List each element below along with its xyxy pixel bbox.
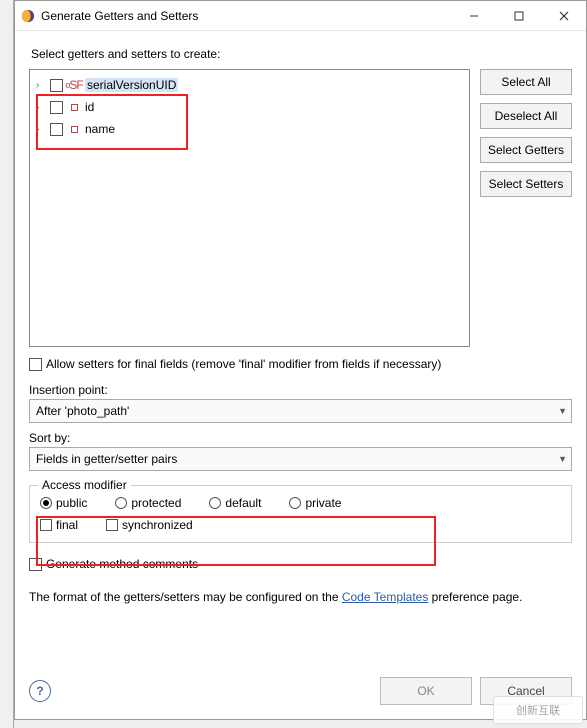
format-note: The format of the getters/setters may be… — [29, 589, 572, 606]
radio-default[interactable]: default — [209, 496, 261, 510]
dialog-content: Select getters and setters to create: › … — [15, 31, 586, 719]
help-button[interactable]: ? — [29, 680, 51, 702]
tree-item-id[interactable]: › id — [30, 96, 469, 118]
tree-item-label: serialVersionUID — [85, 78, 178, 92]
access-modifier-group: Access modifier public protected default… — [29, 485, 572, 543]
select-all-button[interactable]: Select All — [480, 69, 572, 95]
tree-item-label: id — [85, 100, 94, 114]
chevron-right-icon[interactable]: › — [36, 80, 46, 91]
select-getters-button[interactable]: Select Getters — [480, 137, 572, 163]
sort-combo[interactable]: Fields in getter/setter pairs ▼ — [29, 447, 572, 471]
tree-item-label: name — [85, 122, 115, 136]
instruction-label: Select getters and setters to create: — [31, 47, 572, 61]
tree-item-serialversionuid[interactable]: › oSF serialVersionUID — [30, 74, 469, 96]
minimize-button[interactable] — [451, 1, 496, 31]
dialog-window: Generate Getters and Setters Select gett… — [14, 0, 587, 720]
checkbox[interactable] — [50, 101, 63, 114]
checkbox[interactable] — [50, 79, 63, 92]
titlebar: Generate Getters and Setters — [15, 1, 586, 31]
maximize-button[interactable] — [496, 1, 541, 31]
radio-protected[interactable]: protected — [115, 496, 181, 510]
chevron-down-icon: ▼ — [558, 454, 567, 464]
field-tree[interactable]: › oSF serialVersionUID › id › name — [29, 69, 470, 347]
chevron-right-icon[interactable]: › — [36, 102, 46, 113]
allow-final-checkbox[interactable] — [29, 358, 42, 371]
access-group-title: Access modifier — [38, 478, 131, 492]
select-setters-button[interactable]: Select Setters — [480, 171, 572, 197]
deselect-all-button[interactable]: Deselect All — [480, 103, 572, 129]
radio-public[interactable]: public — [40, 496, 87, 510]
final-checkbox[interactable]: final — [40, 518, 78, 532]
sort-label: Sort by: — [29, 431, 572, 445]
field-icon — [67, 122, 81, 136]
checkbox[interactable] — [50, 123, 63, 136]
close-button[interactable] — [541, 1, 586, 31]
insertion-label: Insertion point: — [29, 383, 572, 397]
generate-comments-label: Generate method comments — [46, 557, 198, 571]
insertion-value: After 'photo_path' — [36, 404, 129, 418]
sort-value: Fields in getter/setter pairs — [36, 452, 177, 466]
static-final-icon: oSF — [67, 78, 81, 92]
ruler — [0, 0, 14, 728]
tree-item-name[interactable]: › name — [30, 118, 469, 140]
code-templates-link[interactable]: Code Templates — [342, 590, 429, 604]
allow-final-label: Allow setters for final fields (remove '… — [46, 357, 441, 371]
chevron-down-icon: ▼ — [558, 406, 567, 416]
field-icon — [67, 100, 81, 114]
window-title: Generate Getters and Setters — [41, 9, 451, 23]
chevron-right-icon[interactable]: › — [36, 124, 46, 135]
eclipse-icon — [21, 9, 35, 23]
generate-comments-checkbox[interactable] — [29, 558, 42, 571]
ok-button[interactable]: OK — [380, 677, 472, 705]
radio-private[interactable]: private — [289, 496, 341, 510]
insertion-combo[interactable]: After 'photo_path' ▼ — [29, 399, 572, 423]
synchronized-checkbox[interactable]: synchronized — [106, 518, 193, 532]
watermark: 创新互联 — [493, 696, 583, 724]
